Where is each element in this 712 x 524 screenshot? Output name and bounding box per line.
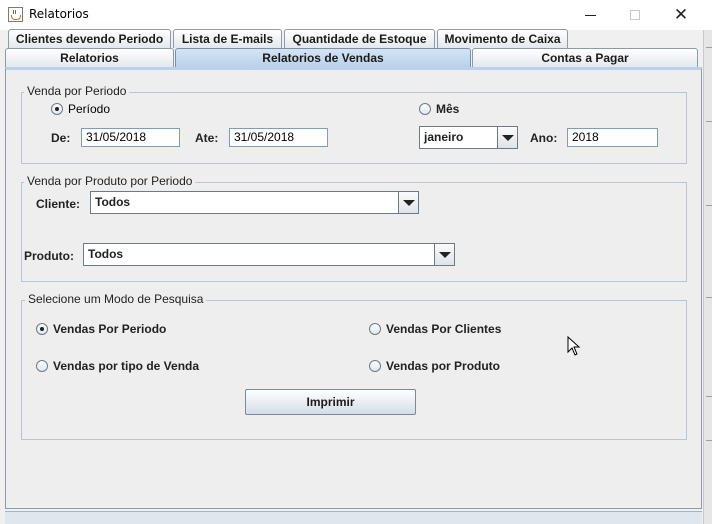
background-window-edge (703, 30, 712, 524)
tab-quantidade-de-estoque[interactable]: Quantidade de Estoque (284, 29, 435, 48)
vendas-por-tipo-label: Vendas por tipo de Venda (53, 359, 200, 373)
periodo-radio-label: Período (68, 102, 111, 116)
chevron-down-icon[interactable] (398, 192, 418, 213)
imprimir-button[interactable]: Imprimir (245, 389, 416, 415)
cliente-dropdown[interactable]: Todos (90, 191, 419, 214)
ate-date-field[interactable]: 31/05/2018 (229, 128, 328, 147)
modo-pesquisa-title: Selecione um Modo de Pesquisa (25, 292, 207, 306)
vendas-por-produto-label: Vendas por Produto (386, 359, 501, 373)
minimize-button[interactable] (567, 0, 613, 30)
de-label: De: (51, 131, 71, 145)
vendas-por-tipo-radio[interactable] (36, 360, 48, 372)
vendas-por-clientes-label: Vendas Por Clientes (386, 322, 502, 336)
produto-dropdown-value: Todos (88, 247, 124, 261)
cliente-label: Cliente: (36, 197, 81, 211)
mouse-cursor-icon (567, 336, 581, 356)
chevron-down-icon[interactable] (497, 127, 517, 148)
vendas-por-periodo-radio[interactable] (36, 323, 48, 335)
vendas-por-produto-radio[interactable] (369, 360, 381, 372)
java-app-icon (8, 7, 23, 22)
vendas-por-clientes-radio[interactable] (369, 323, 381, 335)
minimize-icon (584, 14, 596, 16)
tab-movimento-de-caixa[interactable]: Movimento de Caixa (437, 29, 568, 48)
close-icon: ✕ (673, 4, 689, 25)
mes-dropdown-value: janeiro (424, 130, 464, 144)
maximize-icon (630, 10, 640, 20)
periodo-radio[interactable] (51, 103, 63, 115)
window-title: Relatorios (29, 7, 89, 21)
ano-field[interactable]: 2018 (567, 128, 658, 147)
vendas-por-periodo-label: Vendas Por Periodo (53, 322, 167, 336)
status-strip (5, 511, 702, 524)
mes-dropdown[interactable]: janeiro (419, 126, 518, 149)
produto-label: Produto: (24, 249, 74, 263)
de-date-field[interactable]: 31/05/2018 (81, 128, 180, 147)
produto-dropdown[interactable]: Todos (83, 243, 455, 266)
mes-radio[interactable] (419, 103, 431, 115)
mes-radio-label: Mês (436, 102, 460, 116)
venda-por-produto-title: Venda por Produto por Periodo (24, 174, 196, 188)
cliente-dropdown-value: Todos (95, 195, 131, 209)
ano-label: Ano: (530, 131, 558, 145)
ate-label: Ate: (195, 131, 219, 145)
venda-por-periodo-title: Venda por Periodo (24, 84, 130, 98)
tab-lista-de-emails[interactable]: Lista de E-mails (173, 29, 282, 48)
tab-relatorios-de-vendas[interactable]: Relatorios de Vendas (175, 48, 471, 67)
tab-contas-a-pagar[interactable]: Contas a Pagar (472, 48, 698, 67)
tab-relatorios[interactable]: Relatorios (5, 48, 174, 67)
chevron-down-icon[interactable] (434, 244, 454, 265)
maximize-button[interactable] (612, 0, 658, 30)
tab-clientes-devendo-periodo[interactable]: Clientes devendo Periodo (8, 29, 171, 48)
close-button[interactable]: ✕ (658, 0, 704, 30)
